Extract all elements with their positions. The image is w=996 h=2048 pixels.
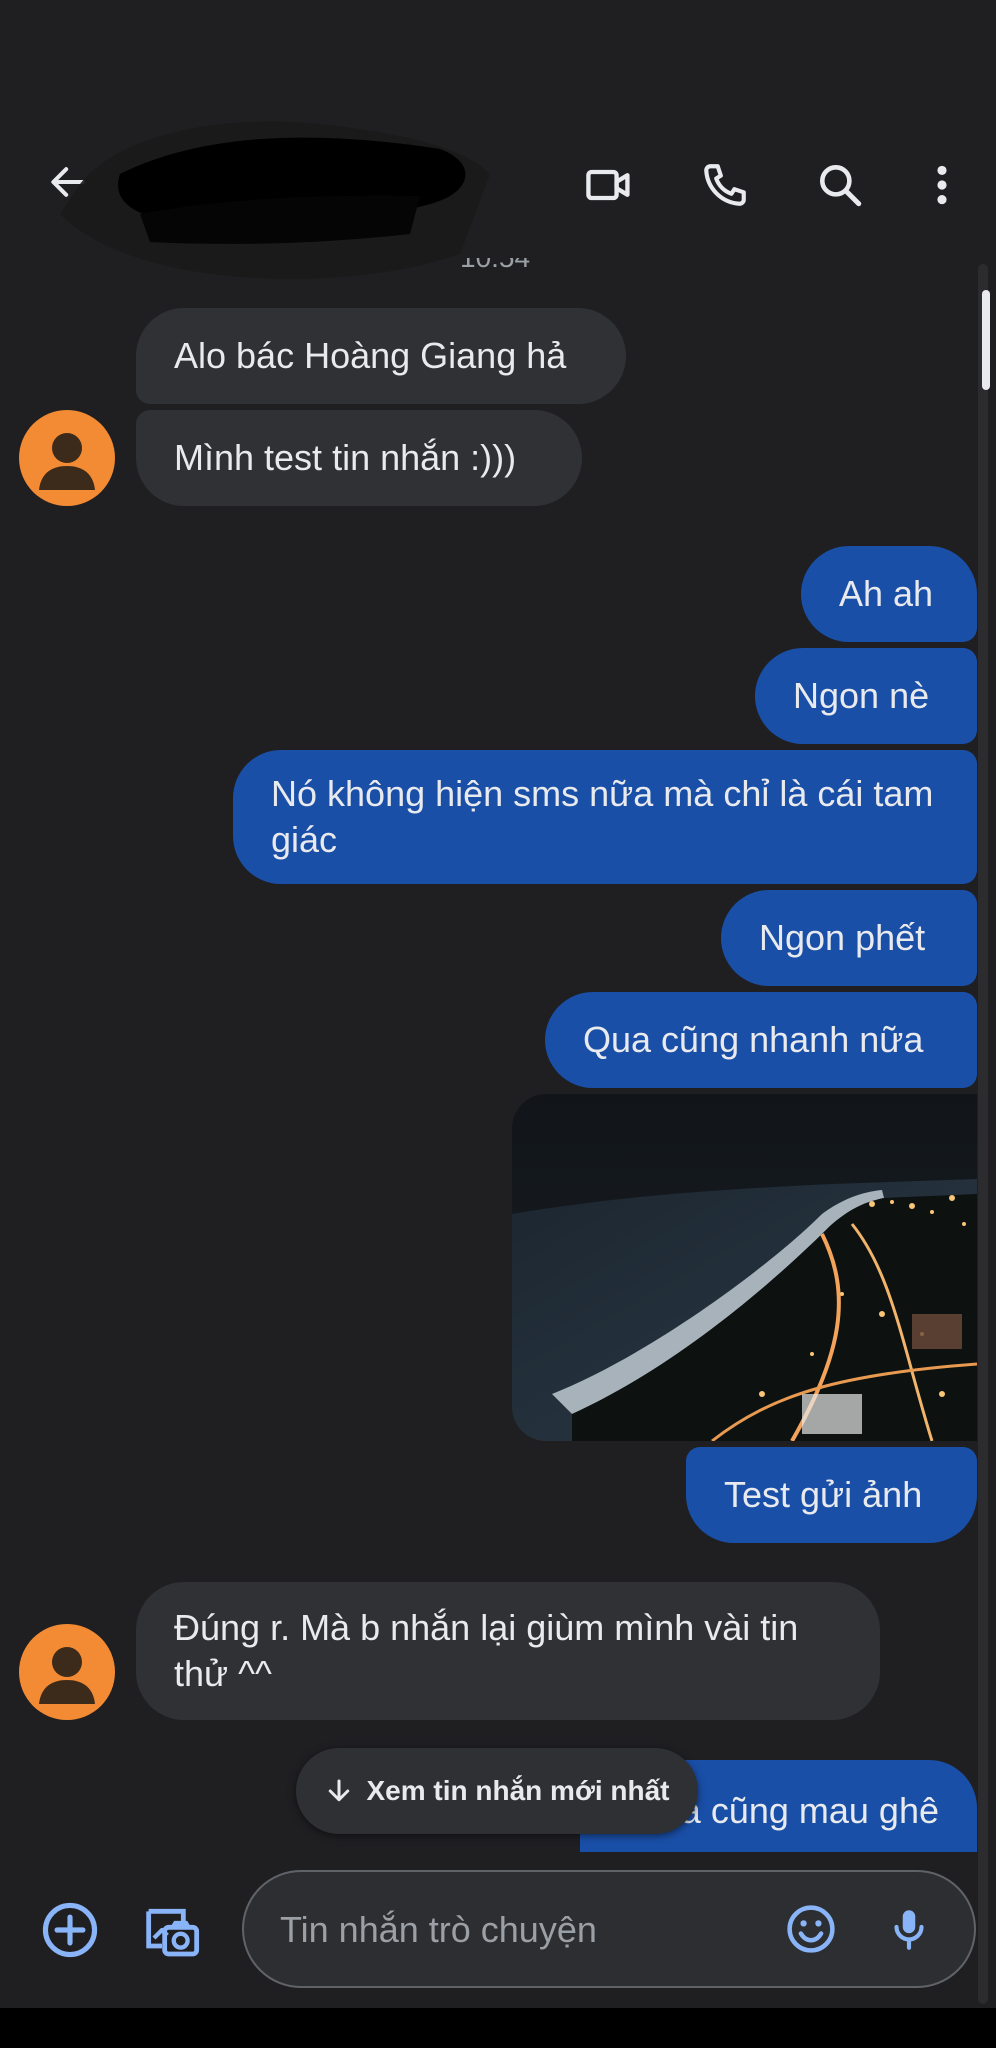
- contact-avatar[interactable]: [19, 1624, 115, 1720]
- phone-icon: [704, 164, 746, 206]
- message-text: Mình test tin nhắn :))): [174, 437, 517, 478]
- message-text: Test gửi ảnh: [724, 1474, 923, 1515]
- gallery-button[interactable]: [136, 1890, 204, 1970]
- video-call-button[interactable]: [574, 150, 644, 220]
- message-input[interactable]: [278, 1896, 762, 1964]
- more-vert-icon: [937, 165, 947, 205]
- contact-avatar[interactable]: [19, 410, 115, 506]
- message-text: Ah ah: [839, 573, 934, 614]
- message-text: Ngon phết: [759, 917, 926, 958]
- scrollbar-thumb[interactable]: [982, 290, 990, 390]
- message-text: Đúng r. Mà b nhắn lại giùm mình vài tin …: [174, 1607, 799, 1694]
- emoji-icon: [787, 1905, 835, 1953]
- jump-to-latest-button[interactable]: Xem tin nhắn mới nhất: [296, 1748, 698, 1834]
- image-attachment[interactable]: [512, 1094, 977, 1441]
- message-compose-field[interactable]: [242, 1870, 976, 1988]
- more-options-button[interactable]: [910, 150, 974, 220]
- emoji-button[interactable]: [776, 1894, 846, 1964]
- video-camera-icon: [586, 169, 630, 201]
- jump-to-latest-label: Xem tin nhắn mới nhất: [366, 1775, 670, 1806]
- search-icon: [820, 165, 862, 207]
- outgoing-message[interactable]: Ngon phết: [721, 890, 977, 986]
- outgoing-message[interactable]: Nó không hiện sms nữa mà chỉ là cái tam …: [233, 750, 977, 884]
- message-text: Nó không hiện sms nữa mà chỉ là cái tam …: [271, 773, 934, 860]
- incoming-message[interactable]: Alo bác Hoàng Giang hả: [136, 308, 626, 404]
- message-text: Qua cũng nhanh nữa: [583, 1019, 924, 1060]
- outgoing-message[interactable]: Qua cũng nhanh nữa: [545, 992, 977, 1088]
- microphone-icon: [894, 1910, 924, 1950]
- night-coastline-photo: [512, 1094, 977, 1441]
- message-text: Ngon nè: [793, 675, 930, 716]
- outgoing-message[interactable]: Test gửi ảnh: [686, 1447, 977, 1543]
- conversation-screen: 10:54 Alo bác Hoàng Giang hả Mình test t…: [0, 0, 996, 2008]
- redacted-contact-name: [60, 121, 490, 279]
- incoming-message[interactable]: Mình test tin nhắn :))): [136, 410, 582, 506]
- scrollbar-track[interactable]: [978, 264, 988, 2004]
- system-navigation-bar: [0, 2008, 996, 2048]
- gallery-icon: [146, 1908, 200, 1957]
- voice-input-button[interactable]: [874, 1894, 944, 1964]
- outgoing-message[interactable]: Ah ah: [801, 546, 977, 642]
- app-bar: [0, 0, 996, 279]
- voice-call-button[interactable]: [690, 150, 760, 220]
- outgoing-message[interactable]: Ngon nè: [755, 648, 977, 744]
- add-attachment-button[interactable]: [36, 1890, 104, 1970]
- add-circle-icon: [42, 1902, 98, 1958]
- person-icon: [39, 1647, 95, 1704]
- arrow-down-icon: [329, 1779, 350, 1802]
- message-text: Alo bác Hoàng Giang hả: [174, 335, 567, 376]
- person-icon: [39, 433, 95, 490]
- search-button[interactable]: [805, 150, 875, 220]
- incoming-message[interactable]: Đúng r. Mà b nhắn lại giùm mình vài tin …: [136, 1582, 880, 1720]
